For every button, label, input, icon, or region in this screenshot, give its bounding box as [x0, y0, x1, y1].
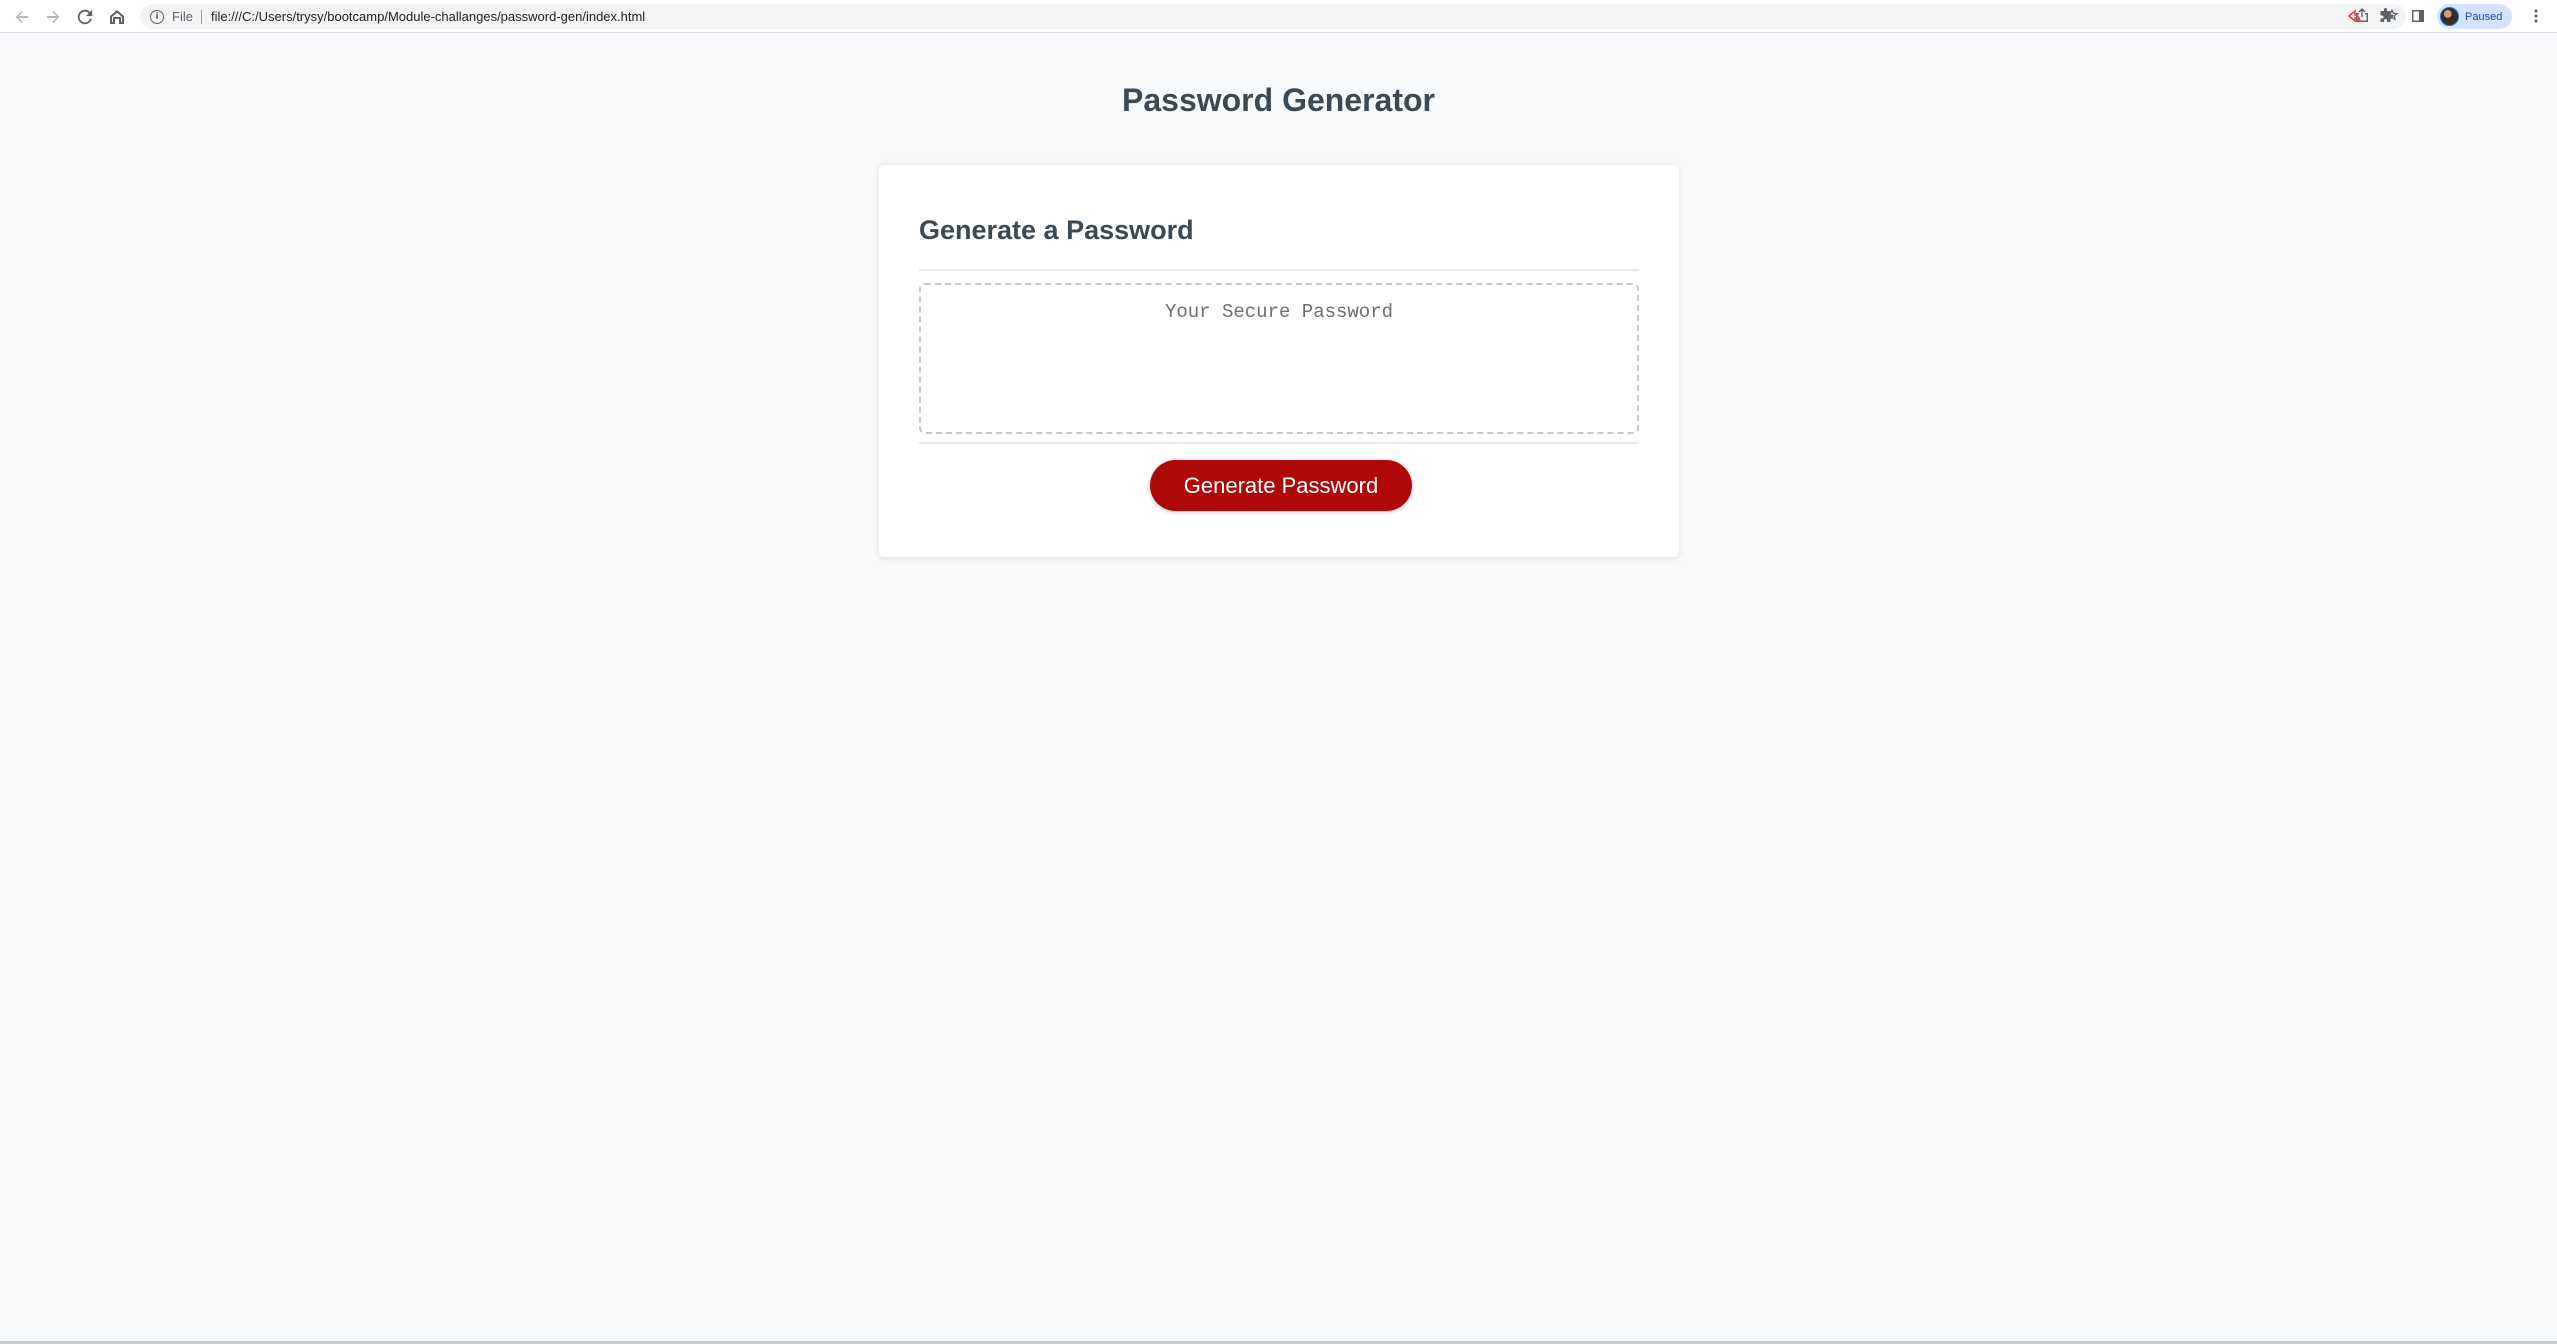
profile-button[interactable]: Paused	[2437, 4, 2513, 29]
info-icon[interactable]: i	[150, 9, 164, 24]
puzzle-icon[interactable]	[2377, 7, 2395, 25]
password-card: Generate a Password Generate Password	[879, 165, 1679, 557]
scheme-label: File	[172, 9, 193, 24]
more-vert-icon[interactable]	[2527, 7, 2545, 25]
generate-password-button[interactable]: Generate Password	[1150, 460, 1412, 511]
avatar	[2440, 7, 2459, 26]
forward-arrow-icon[interactable]	[42, 6, 64, 28]
browser-toolbar: i File file:///C:/Users/trysy/bootcamp/M…	[0, 0, 2557, 33]
extension-icon[interactable]	[2345, 7, 2363, 25]
reload-icon[interactable]	[74, 6, 96, 28]
card-footer-divider	[919, 442, 1639, 444]
url-text[interactable]: file:///C:/Users/trysy/bootcamp/Module-c…	[211, 9, 645, 24]
card-header: Generate a Password	[919, 165, 1639, 271]
scheme-divider	[200, 9, 202, 24]
page-title: Password Generator	[1122, 82, 1435, 118]
back-arrow-icon[interactable]	[11, 6, 33, 28]
home-icon[interactable]	[106, 6, 128, 28]
side-panel-icon[interactable]	[2409, 7, 2427, 25]
address-bar[interactable]: i File file:///C:/Users/trysy/bootcamp/M…	[140, 4, 2406, 29]
card-heading: Generate a Password	[919, 215, 1194, 245]
profile-status: Paused	[2465, 10, 2503, 23]
password-output[interactable]	[919, 283, 1639, 434]
